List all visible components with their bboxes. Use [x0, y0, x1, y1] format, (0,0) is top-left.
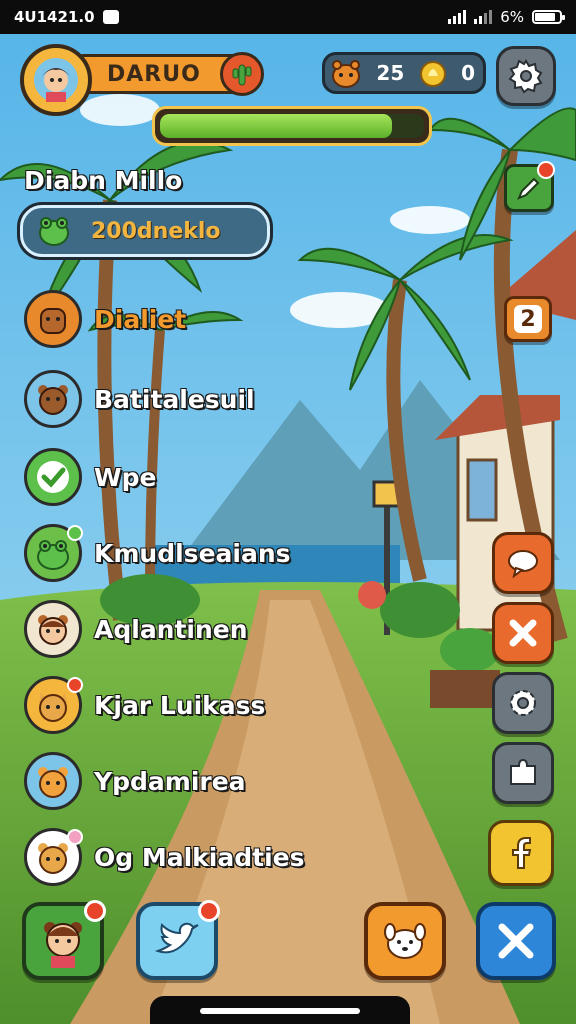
friend-name: Dialiet	[94, 304, 187, 334]
gear-icon	[508, 59, 543, 94]
edit-notification-dot	[537, 161, 555, 179]
frog-score-icon	[39, 217, 69, 246]
crossed-tools-icon	[509, 619, 537, 647]
twitter-button[interactable]	[136, 900, 220, 980]
friend-name: Wpe	[94, 462, 157, 492]
friend-row[interactable]: Batitalesuil	[24, 370, 255, 428]
friend-row[interactable]: Aqlantinen	[24, 600, 248, 658]
bird-icon	[154, 922, 199, 954]
message-icon	[102, 10, 119, 24]
friend-name: Ypdamirea	[94, 766, 246, 796]
friend-row[interactable]: Kmudlseaians	[24, 524, 291, 582]
facebook-icon	[512, 837, 532, 869]
friend-row[interactable]: Kjar Luikass	[24, 676, 265, 734]
friend-row[interactable]: Dialiet	[24, 290, 186, 348]
xp-progress-bar	[152, 106, 432, 146]
profile-avatar-icon	[44, 922, 82, 968]
home-indicator[interactable]	[200, 1008, 360, 1014]
status-time: 4U1421.0	[14, 8, 95, 26]
player-name-label: DARUO	[107, 61, 201, 87]
friend-notification-dot	[67, 829, 83, 845]
score-label: 200dneklo	[91, 218, 221, 244]
chat-bubble-icon	[508, 550, 538, 578]
puzzle-piece-icon	[510, 758, 536, 785]
friend-row[interactable]: Ypdamirea	[24, 752, 246, 810]
twitter-notification-dot	[198, 900, 220, 922]
pet-count: 25	[376, 61, 405, 85]
options-button[interactable]	[492, 672, 554, 734]
cog-icon	[510, 690, 536, 716]
friend-notification-dot	[67, 677, 83, 693]
friend-row[interactable]: Wpe	[24, 448, 156, 506]
settings-button[interactable]	[496, 46, 556, 106]
player-avatar[interactable]	[20, 44, 92, 116]
inventory-button[interactable]	[492, 742, 554, 804]
friend-name: Og Malkiadties	[94, 842, 305, 872]
pets-button[interactable]	[364, 902, 446, 980]
friend-name: Kjar Luikass	[94, 690, 266, 720]
bear-cub-avatar-icon	[38, 843, 68, 874]
pet-currency-icon	[332, 60, 360, 88]
friend-avatar	[24, 600, 82, 658]
bear-avatar-icon	[38, 385, 68, 415]
wifi-bars-icon	[448, 10, 467, 24]
friend-name: Batitalesuil	[94, 384, 255, 414]
chat-button[interactable]	[492, 532, 554, 594]
player-badge[interactable]	[220, 52, 264, 96]
player-title: Diabn Millo	[24, 166, 183, 195]
friend-avatar	[24, 828, 83, 886]
gold-coin-icon	[419, 61, 446, 87]
player-avatar-icon	[34, 58, 78, 102]
home-indicator-bar	[150, 996, 410, 1024]
checkmark-icon	[37, 461, 69, 493]
profile-notification-dot	[84, 900, 106, 922]
friend-avatar	[24, 448, 82, 506]
status-bar: 4U1421.0 6%	[0, 0, 576, 34]
friend-avatar	[24, 752, 82, 810]
cactus-badge-icon	[232, 64, 252, 86]
friend-avatar	[24, 676, 83, 734]
edit-button[interactable]	[504, 161, 555, 212]
frog-avatar-icon	[37, 540, 69, 570]
tiger-avatar-icon	[38, 767, 68, 798]
level-badge[interactable]: 2	[504, 296, 552, 342]
dog-face-icon	[384, 923, 426, 959]
currency-panel: 25 0	[322, 52, 486, 94]
friend-row[interactable]: Og Malkiadties	[24, 828, 305, 886]
battery-percent: 6%	[500, 8, 524, 26]
signal-bars-icon	[474, 10, 493, 24]
friend-name: Kmudlseaians	[94, 538, 291, 568]
profile-button[interactable]	[22, 900, 106, 980]
bear-girl-avatar-icon	[38, 615, 68, 645]
xp-progress-track	[160, 114, 424, 138]
cat-avatar-icon	[39, 693, 67, 722]
dog-avatar-icon	[40, 308, 66, 334]
friend-avatar	[24, 290, 82, 348]
crossed-swords-icon	[498, 923, 534, 959]
coin-count: 0	[461, 61, 475, 85]
battery-icon	[532, 10, 565, 24]
xp-progress-fill	[160, 114, 393, 138]
social-button[interactable]	[488, 820, 554, 886]
friend-name: Aqlantinen	[94, 614, 248, 644]
level-badge-value: 2	[514, 305, 542, 333]
pencil-icon	[517, 177, 540, 200]
score-pill[interactable]: 200dneklo	[20, 205, 270, 257]
friend-notification-dot	[67, 525, 83, 541]
battle-button[interactable]	[476, 902, 556, 980]
friend-avatar	[24, 524, 83, 582]
tools-button[interactable]	[492, 602, 554, 664]
friend-avatar	[24, 370, 82, 428]
